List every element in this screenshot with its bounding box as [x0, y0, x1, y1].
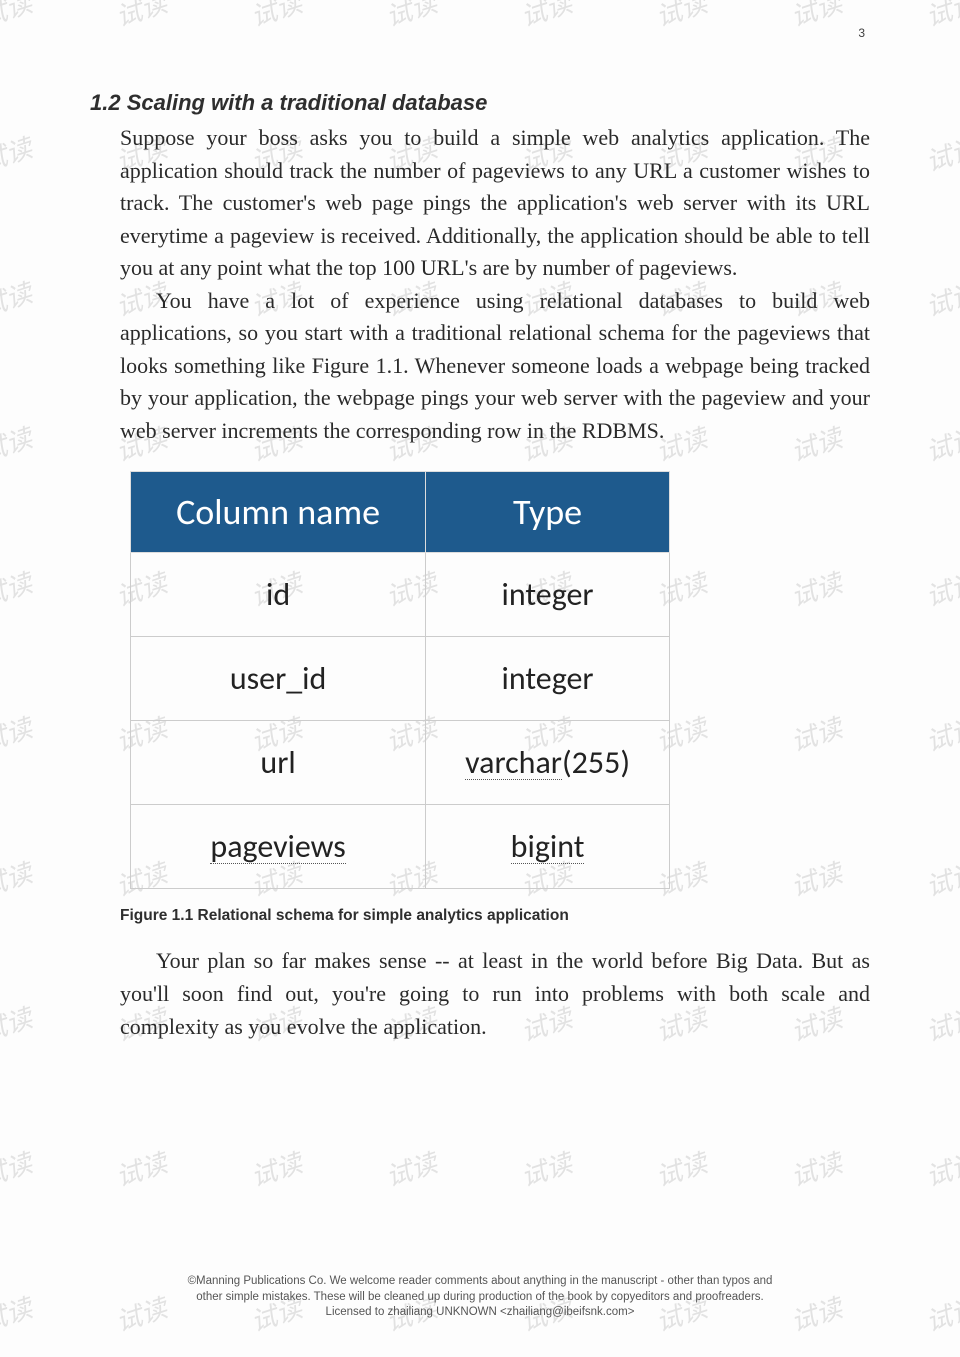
footer-line: Licensed to zhailiang UNKNOWN <zhailiang… [0, 1305, 960, 1321]
figure-caption: Figure 1.1 Relational schema for simple … [120, 907, 870, 925]
paragraph-3: Your plan so far makes sense -- at least… [120, 945, 870, 1043]
paragraph-2: You have a lot of experience using relat… [120, 285, 870, 448]
footer-line: other simple mistakes. These will be cle… [0, 1290, 960, 1306]
table-header-type: Type [426, 472, 670, 553]
paragraph-1: Suppose your boss asks you to build a si… [120, 122, 870, 285]
table-header-row: Column name Type [131, 472, 670, 553]
page-footer: ©Manning Publications Co. We welcome rea… [0, 1274, 960, 1321]
table-row: url varchar(255) [131, 721, 670, 805]
col-name: pageviews [131, 805, 426, 889]
table-row: pageviews bigint [131, 805, 670, 889]
table-header-colname: Column name [131, 472, 426, 553]
page-content: 1.2 Scaling with a traditional database … [0, 0, 960, 1067]
col-type: integer [426, 637, 670, 721]
col-type: integer [426, 553, 670, 637]
col-type: bigint [426, 805, 670, 889]
schema-table: Column name Type id integer user_id inte… [130, 471, 670, 889]
col-name: id [131, 553, 426, 637]
col-name: url [131, 721, 426, 805]
col-type: varchar(255) [426, 721, 670, 805]
table-row: user_id integer [131, 637, 670, 721]
col-name: user_id [131, 637, 426, 721]
footer-line: ©Manning Publications Co. We welcome rea… [0, 1274, 960, 1290]
table-row: id integer [131, 553, 670, 637]
section-heading: 1.2 Scaling with a traditional database [90, 90, 870, 116]
